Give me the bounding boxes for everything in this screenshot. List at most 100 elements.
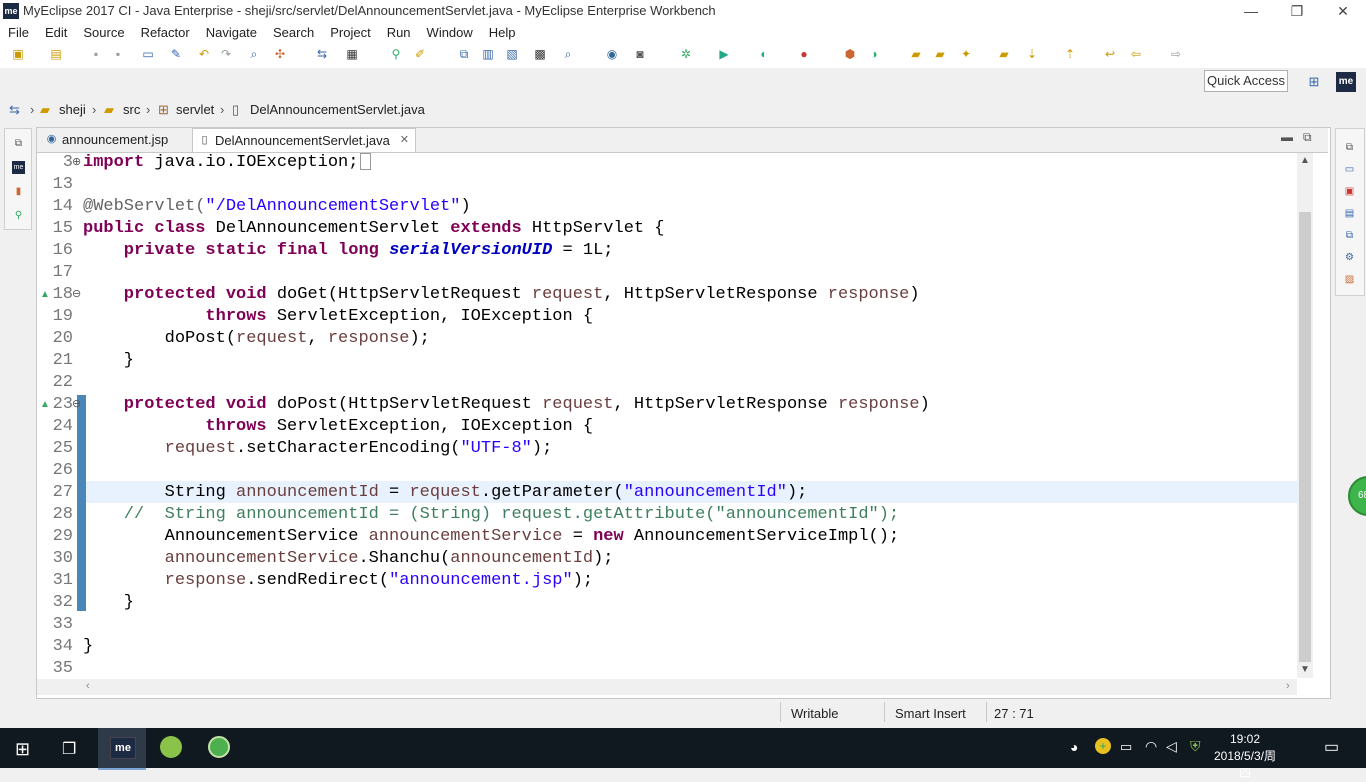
horizontal-scrollbar[interactable] <box>37 679 1297 695</box>
shield-tray-icon[interactable]: ⛨ <box>1190 738 1201 755</box>
properties-view-icon[interactable]: ⚙ <box>1343 251 1356 264</box>
breadcrumb-nav-icon[interactable]: ⇆ <box>9 102 20 118</box>
block-selection-icon[interactable]: ▩ <box>532 46 548 62</box>
save-icon[interactable]: ▪ <box>88 46 104 62</box>
wand-icon[interactable]: ✦ <box>958 46 974 62</box>
security-tray-icon[interactable]: + <box>1095 738 1111 754</box>
menu-refactor[interactable]: Refactor <box>133 22 198 42</box>
toggle-mark-occurrences-icon[interactable]: ⇆ <box>314 46 330 62</box>
taskbar-myeclipse[interactable]: me <box>98 728 146 770</box>
breadcrumb-folder[interactable]: src <box>123 102 140 117</box>
maximize-editor-icon[interactable]: ⧉ <box>1303 130 1312 145</box>
screenshot-icon[interactable]: ◙ <box>632 46 648 62</box>
outline-icon[interactable]: ▧ <box>504 46 520 62</box>
new-project-icon[interactable]: ▤ <box>48 46 64 62</box>
restore-view-icon[interactable]: ⧉ <box>1343 141 1356 154</box>
folded-imports-icon[interactable] <box>360 153 372 171</box>
menu-file[interactable]: File <box>0 22 37 42</box>
open-perspective-icon[interactable]: ⊞ <box>1306 74 1322 90</box>
line-number: 34 <box>52 637 73 656</box>
breadcrumb-project[interactable]: sheji <box>59 102 86 117</box>
problems-view-icon[interactable]: ▣ <box>1343 185 1356 198</box>
search-icon[interactable]: ⌕ <box>246 46 262 62</box>
open-resource-icon[interactable]: ▥ <box>480 46 496 62</box>
menu-navigate[interactable]: Navigate <box>198 22 265 42</box>
breadcrumb-package[interactable]: servlet <box>176 102 214 117</box>
scroll-down-icon[interactable]: ▼ <box>1300 664 1310 675</box>
perspective-logo-icon[interactable]: me <box>1336 72 1356 92</box>
vertical-scroll-thumb[interactable] <box>1299 212 1311 662</box>
hierarchy-icon[interactable]: ▮ <box>12 185 25 198</box>
quick-access-input[interactable]: Quick Access <box>1204 70 1288 92</box>
grid-icon[interactable]: ▦ <box>344 46 360 62</box>
collapse-fold-icon[interactable]: ⊖ <box>72 287 81 300</box>
open-project-icon[interactable]: ▰ <box>932 46 948 62</box>
breadcrumb-file[interactable]: DelAnnouncementServlet.java <box>250 102 425 117</box>
back-icon[interactable]: ⇦ <box>1128 46 1144 62</box>
next-annotation-icon[interactable]: ⚲ <box>388 46 404 62</box>
volume-tray-icon[interactable]: ◁ <box>1166 738 1177 755</box>
menu-source[interactable]: Source <box>75 22 132 42</box>
open-type-icon[interactable]: ⧉ <box>456 46 472 62</box>
browser-icon[interactable]: ◉ <box>604 46 620 62</box>
run-coverage-icon[interactable]: ◐ <box>756 46 772 62</box>
qq-tray-icon[interactable]: ◕ <box>1070 739 1078 755</box>
menu-project[interactable]: Project <box>322 22 378 42</box>
undo-icon[interactable]: ↶ <box>196 46 212 62</box>
taskbar-app-browser[interactable] <box>196 728 244 768</box>
deploy-icon[interactable]: ✣ <box>272 46 288 62</box>
status-insert-mode[interactable]: Smart Insert <box>895 706 966 721</box>
open-folder-icon[interactable]: ▰ <box>908 46 924 62</box>
close-window-button[interactable]: ✕ <box>1320 0 1366 22</box>
new-java-icon[interactable]: ◑ <box>866 46 882 62</box>
search-file-icon[interactable]: ⌕ <box>560 46 576 62</box>
new-icon[interactable]: ▣ <box>10 46 26 62</box>
pin-icon[interactable]: ⇡ <box>1062 46 1078 62</box>
debug-icon[interactable]: ✲ <box>678 46 694 62</box>
servers-view-icon[interactable]: ⧉ <box>1343 229 1356 242</box>
minimize-editor-icon[interactable]: ▬ <box>1281 130 1293 144</box>
task-view-icon[interactable]: ❐ <box>62 739 76 759</box>
run-icon[interactable]: ▶ <box>716 46 732 62</box>
outline-view-icon[interactable]: ⚲ <box>12 209 25 222</box>
forward-icon[interactable]: ⇨ <box>1168 46 1184 62</box>
code-editor[interactable]: 3 13 14 15 16 17 18 19 20 21 22 23 24 25… <box>37 153 1297 678</box>
notifications-icon[interactable]: ▭ <box>1324 737 1339 757</box>
highlight-icon[interactable]: ✐ <box>412 46 428 62</box>
save-all-icon[interactable]: ▪ <box>110 46 126 62</box>
tasks-view-icon[interactable]: ▤ <box>1343 207 1356 220</box>
collapse-fold-icon[interactable]: ⊖ <box>72 397 81 410</box>
console-view-icon[interactable]: ▭ <box>1343 163 1356 176</box>
taskbar-app-green[interactable] <box>148 728 196 768</box>
taskbar-clock[interactable]: 19:02 2018/5/3/周四 <box>1210 731 1280 782</box>
restore-button[interactable]: ❐ <box>1274 0 1320 22</box>
menu-search[interactable]: Search <box>265 22 322 42</box>
server-icon[interactable]: ⬢ <box>842 46 858 62</box>
menu-edit[interactable]: Edit <box>37 22 75 42</box>
scroll-right-icon[interactable]: › <box>1286 680 1290 692</box>
package-explorer-icon[interactable]: me <box>12 161 25 174</box>
last-edit-icon[interactable]: ↩ <box>1102 46 1118 62</box>
console-icon[interactable]: ▭ <box>140 46 156 62</box>
close-tab-icon[interactable]: ✕ <box>400 129 409 152</box>
expand-fold-icon[interactable]: ⊕ <box>72 155 81 168</box>
image-preview-icon[interactable]: ▨ <box>1343 273 1356 286</box>
scroll-up-icon[interactable]: ▲ <box>1300 155 1310 166</box>
skip-breakpoints-icon[interactable]: ✎ <box>168 46 184 62</box>
redo-icon[interactable]: ↷ <box>218 46 234 62</box>
menu-help[interactable]: Help <box>481 22 524 42</box>
windows-start-icon[interactable]: ⊞ <box>15 739 30 760</box>
external-tools-icon[interactable]: ● <box>796 46 812 62</box>
menu-window[interactable]: Window <box>419 22 481 42</box>
folder-icon[interactable]: ▰ <box>996 46 1012 62</box>
tab-announcement-jsp[interactable]: ◉ announcement.jsp <box>40 128 212 151</box>
restore-view-icon[interactable]: ⧉ <box>12 137 25 150</box>
menu-run[interactable]: Run <box>379 22 419 42</box>
scroll-left-icon[interactable]: ‹ <box>86 680 90 692</box>
keyboard-tray-icon[interactable]: ▭ <box>1120 739 1132 755</box>
minimize-button[interactable]: — <box>1228 0 1274 22</box>
wifi-tray-icon[interactable]: ◠ <box>1145 738 1157 755</box>
floating-badge[interactable]: 68 <box>1348 476 1366 516</box>
tab-del-announcement-servlet[interactable]: ▯ DelAnnouncementServlet.java ✕ <box>192 128 416 152</box>
next-edit-icon[interactable]: ⇣ <box>1024 46 1040 62</box>
